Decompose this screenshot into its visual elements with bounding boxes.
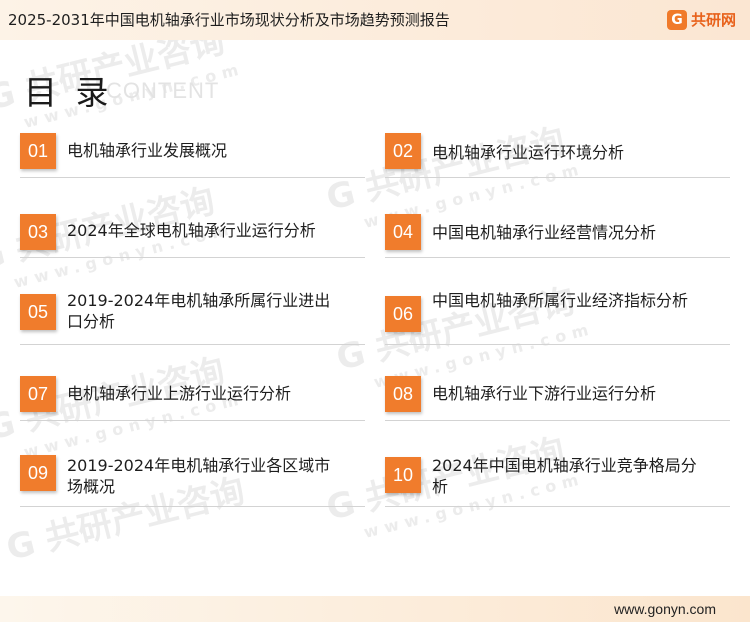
toc-item-label: 电机轴承行业下游行业运行分析 xyxy=(432,384,657,403)
toc-item-label: 2019-2024年电机轴承行业各区域市场概况 xyxy=(67,456,331,496)
toc-divider xyxy=(385,506,730,507)
toc-item-label: 电机轴承行业上游行业运行分析 xyxy=(67,384,292,403)
toc-divider xyxy=(385,177,730,178)
toc-item-label: 中国电机轴承行业经营情况分析 xyxy=(432,223,657,242)
toc-item-label: 2024年中国电机轴承行业竞争格局分析 xyxy=(432,456,697,496)
toc-number-badge: 04 xyxy=(385,214,421,250)
toc-item-02[interactable]: 02 电机轴承行业运行环境分析 xyxy=(385,132,730,198)
toc-item-label: 电机轴承行业发展概况 xyxy=(67,141,228,160)
brand-g-icon: G xyxy=(666,9,687,30)
report-title: 2025-2031年中国电机轴承行业市场现状分析及市场趋势预测报告 xyxy=(8,11,450,29)
toc-divider xyxy=(385,257,730,258)
toc-number-badge: 03 xyxy=(20,214,56,250)
toc-divider xyxy=(385,344,730,345)
toc-item-label: 中国电机轴承所属行业经济指标分析 xyxy=(432,291,689,310)
toc-item-04[interactable]: 04 中国电机轴承行业经营情况分析 xyxy=(385,213,730,279)
toc-item-07[interactable]: 07 电机轴承行业上游行业运行分析 xyxy=(20,375,365,441)
toc-item-label: 电机轴承行业运行环境分析 xyxy=(432,143,625,162)
toc-number-badge: 05 xyxy=(20,294,56,330)
toc-item-06[interactable]: 06 中国电机轴承所属行业经济指标分析 xyxy=(385,291,730,360)
toc-number-badge: 01 xyxy=(20,133,56,169)
toc-heading-en: CONTENT xyxy=(106,78,220,103)
toc-divider xyxy=(385,420,730,421)
toc-divider xyxy=(20,344,365,345)
toc-number-badge: 10 xyxy=(385,457,421,493)
toc-item-05[interactable]: 05 2019-2024年电机轴承所属行业进出口分析 xyxy=(20,291,365,360)
toc-number-badge: 02 xyxy=(385,133,421,169)
toc-divider xyxy=(20,420,365,421)
toc-item-10[interactable]: 10 2024年中国电机轴承行业竞争格局分析 xyxy=(385,455,730,521)
toc-number-badge: 07 xyxy=(20,376,56,412)
toc-number-badge: 09 xyxy=(20,455,56,491)
toc-item-label: 2024年全球电机轴承行业运行分析 xyxy=(67,221,316,240)
toc-heading: 目 录 xyxy=(24,73,113,112)
toc-item-01[interactable]: 01 电机轴承行业发展概况 xyxy=(20,132,365,198)
footer-bar: www.gonyn.com xyxy=(0,596,750,622)
toc-divider xyxy=(20,506,365,507)
toc-divider xyxy=(20,177,365,178)
toc-item-08[interactable]: 08 电机轴承行业下游行业运行分析 xyxy=(385,375,730,441)
toc-item-label: 2019-2024年电机轴承所属行业进出口分析 xyxy=(67,291,331,331)
toc-number-badge: 06 xyxy=(385,296,421,332)
toc-number-badge: 08 xyxy=(385,376,421,412)
toc-item-03[interactable]: 03 2024年全球电机轴承行业运行分析 xyxy=(20,213,365,279)
brand-logo: G 共研网 xyxy=(666,9,736,30)
footer-url[interactable]: www.gonyn.com xyxy=(614,601,716,617)
header-bar: 2025-2031年中国电机轴承行业市场现状分析及市场趋势预测报告 G 共研网 xyxy=(0,0,750,40)
toc-divider xyxy=(20,257,365,258)
brand-name: 共研网 xyxy=(690,11,736,29)
toc-item-09[interactable]: 09 2019-2024年电机轴承行业各区域市场概况 xyxy=(20,455,365,521)
